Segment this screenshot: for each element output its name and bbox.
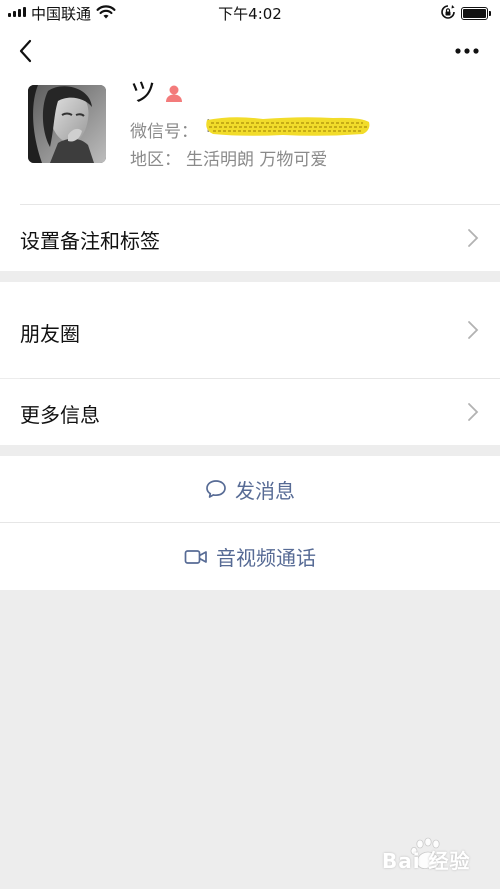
status-bar: 中国联通 下午4:02 [0,0,500,26]
video-call-label: 音视频通话 [216,546,316,570]
female-gender-icon [166,85,182,102]
region-value: 生活明朗 万物可爱 [186,150,328,170]
watermark-text: Bai 经验 [382,849,471,873]
chat-bubble-icon [206,480,226,498]
nickname: ツ [130,78,157,108]
navigation-bar [0,26,500,76]
remark-tags-label: 设置备注和标签 [20,229,160,253]
battery-icon [461,7,491,20]
section-gap [0,445,500,456]
more-info-label: 更多信息 [20,403,100,427]
clock: 下午4:02 [218,5,282,23]
region-label: 地区： [130,150,181,170]
redaction-mark [206,117,370,136]
chevron-right-icon [468,403,479,421]
back-icon[interactable] [14,38,40,64]
wechat-id-label: 微信号： [130,122,198,142]
send-message-label: 发消息 [235,478,295,503]
moments-row[interactable]: 朋友圈 [0,282,500,378]
chevron-right-icon [468,229,479,247]
video-camera-icon [184,549,207,564]
rotation-lock-icon [441,5,455,19]
more-info-row[interactable]: 更多信息 [0,379,500,445]
send-message-button[interactable]: 发消息 [0,456,500,522]
more-options-icon[interactable] [450,38,484,64]
video-call-button[interactable]: 音视频通话 [0,523,500,590]
moments-label: 朋友圈 [20,322,80,346]
avatar[interactable] [28,85,106,163]
section-gap [0,271,500,282]
chevron-right-icon [468,321,479,339]
remark-tags-row[interactable]: 设置备注和标签 [0,205,500,271]
